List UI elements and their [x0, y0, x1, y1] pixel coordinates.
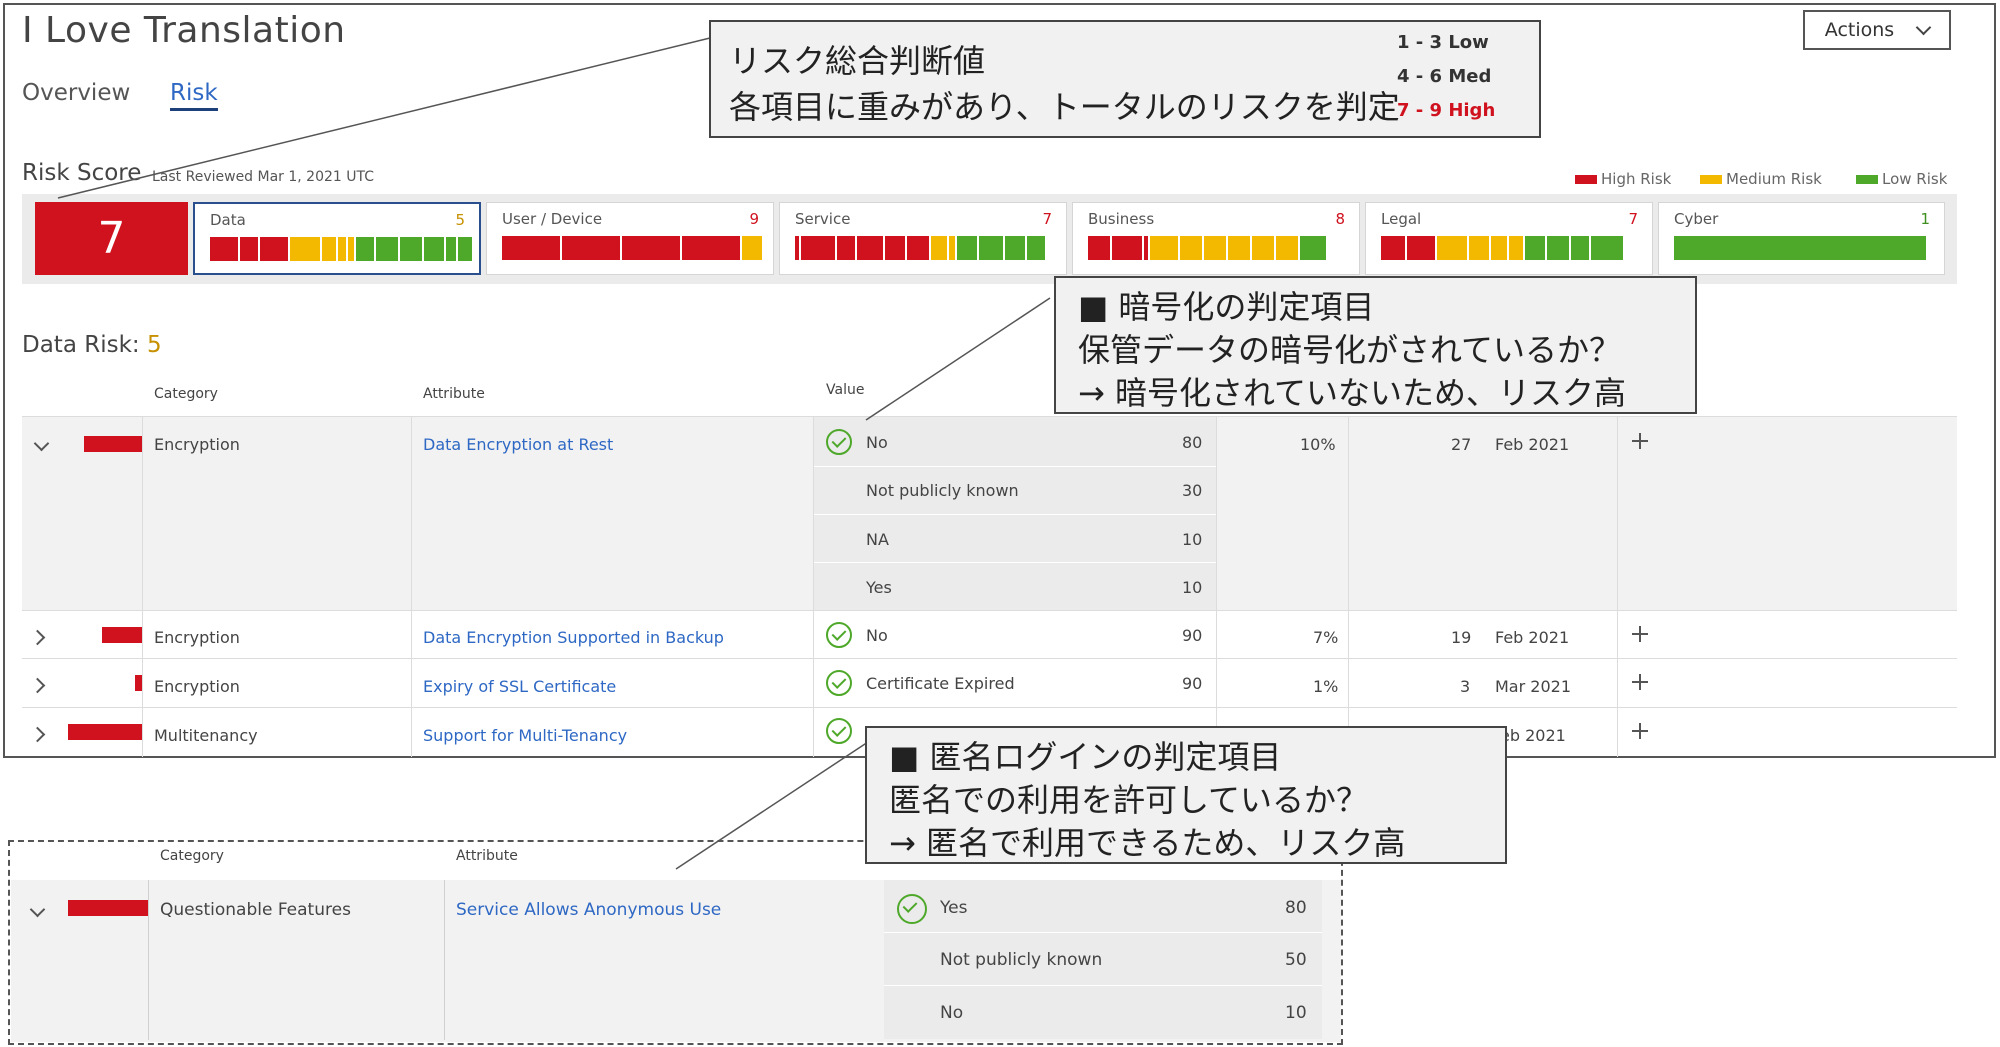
callout-leader-lines [57, 37, 1051, 870]
callout-text: → 暗号化されていないため、リスク高 [1078, 374, 1627, 412]
callout-text: 各項目に重みがあり、トータルのリスクを判定 [729, 88, 1400, 126]
callout-text: ■ 暗号化の判定項目 [1078, 288, 1375, 326]
callout-anonymous: ■ 匿名ログインの判定項目 匿名での利用を許可しているか？ → 匿名で利用できる… [865, 726, 1507, 864]
callout-text: ■ 匿名ログインの判定項目 [889, 738, 1282, 776]
callout-score: リスク総合判断値 各項目に重みがあり、トータルのリスクを判定 1 - 3 Low… [709, 20, 1541, 138]
callout-encryption: ■ 暗号化の判定項目 保管データの暗号化がされているか？ → 暗号化されていない… [1054, 276, 1697, 414]
score-range-low: 1 - 3 Low [1397, 32, 1489, 53]
callout-text: リスク総合判断値 [729, 42, 986, 80]
score-range-high: 7 - 9 High [1397, 100, 1496, 121]
callout-text: 保管データの暗号化がされているか？ [1078, 331, 1622, 369]
callout-text: → 匿名で利用できるため、リスク高 [889, 824, 1406, 862]
callout-text: 匿名での利用を許可しているか？ [889, 781, 1369, 819]
score-range-med: 4 - 6 Med [1397, 66, 1492, 87]
